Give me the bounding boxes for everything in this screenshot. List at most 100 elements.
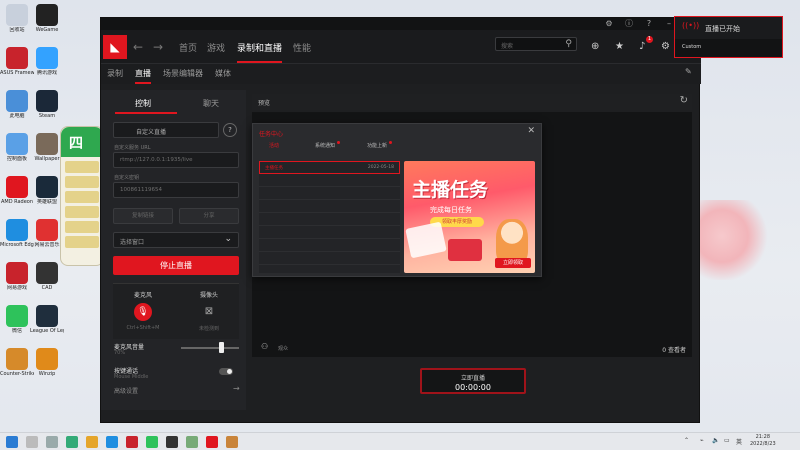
globe-icon[interactable]: ⊕: [591, 41, 599, 52]
list-item[interactable]: [259, 252, 400, 265]
network-icon[interactable]: ⌁: [700, 437, 704, 444]
terminal-icon[interactable]: [166, 436, 178, 448]
task-banner[interactable]: 主播任务 完成每日任务 领取丰厚奖励 立即领取: [404, 161, 535, 273]
bug-icon[interactable]: ⚙: [603, 19, 615, 29]
bell-icon[interactable]: ♪: [639, 41, 645, 52]
copy-link-button[interactable]: 复制链接: [113, 208, 173, 224]
microphone-icon[interactable]: 🎙: [134, 303, 152, 321]
window-titlebar: ⚙ ⓘ ? – □: [101, 18, 701, 30]
system-clock[interactable]: 21:28 2022/8/23: [750, 434, 776, 448]
taskview-icon[interactable]: [46, 436, 58, 448]
nav-tab-performance[interactable]: 性能: [293, 41, 311, 54]
desktop-icon[interactable]: AMD Radeon: [0, 176, 34, 205]
amd-taskbar-icon[interactable]: [206, 436, 218, 448]
widgets-icon[interactable]: [66, 436, 78, 448]
input-language[interactable]: 英: [736, 437, 742, 446]
stop-stream-button[interactable]: 停止直播: [113, 256, 239, 275]
desktop-icon[interactable]: 回收站: [0, 4, 34, 33]
file-explorer-icon[interactable]: [86, 436, 98, 448]
gear-icon[interactable]: ⚙: [661, 41, 670, 52]
stream-account-field[interactable]: 自定义直播: [113, 122, 219, 138]
desktop-icon[interactable]: League Of Legends: [30, 305, 64, 334]
start-icon[interactable]: [6, 436, 18, 448]
clock-time: 21:28: [755, 434, 771, 440]
desktop-icon[interactable]: ASUS Framework: [0, 47, 34, 76]
list-item[interactable]: [259, 239, 400, 252]
server-url-input[interactable]: rtmp://127.0.0.1:1935/live: [113, 152, 239, 168]
info-icon[interactable]: ⓘ: [623, 19, 635, 29]
panel-tab-control[interactable]: 控制: [135, 98, 151, 109]
desktop-icon[interactable]: 网易游戏: [0, 262, 34, 291]
forward-arrow-icon[interactable]: →: [153, 40, 163, 54]
desktop-icon[interactable]: Counter-Strike: [0, 348, 34, 377]
desktop-icon[interactable]: 此电脑: [0, 90, 34, 119]
refresh-icon[interactable]: ↻: [680, 95, 688, 106]
popup-tab-activity[interactable]: 活动: [269, 142, 279, 149]
list-item[interactable]: [259, 174, 400, 187]
desktop-icon[interactable]: Microsoft Edge: [0, 219, 34, 248]
desktop-icon[interactable]: Wallpaper: [30, 133, 64, 162]
subtab-stream[interactable]: 直播: [135, 68, 151, 84]
arrow-right-icon[interactable]: →: [233, 384, 240, 393]
desktop-icon[interactable]: WeGame: [30, 4, 64, 33]
share-button[interactable]: 分享: [179, 208, 239, 224]
list-item[interactable]: 主播任务 2022-05-18: [259, 161, 400, 174]
search-placeholder: 搜索: [501, 43, 514, 50]
mic-volume-knob[interactable]: [219, 342, 225, 353]
help-icon[interactable]: ?: [643, 19, 655, 29]
desktop-icon-label: ASUS Framework: [0, 70, 34, 76]
subtab-scene-editor[interactable]: 场景编辑器: [163, 68, 203, 79]
help-button[interactable]: ?: [223, 123, 237, 137]
list-item[interactable]: [259, 226, 400, 239]
nav-tab-home[interactable]: 首页: [179, 41, 197, 54]
tray-chevron-icon[interactable]: ⌃: [684, 437, 689, 444]
app-icon[interactable]: [126, 436, 138, 448]
banner-claim-button[interactable]: 立即领取: [495, 258, 531, 268]
popup-tab-system[interactable]: 系统通知: [315, 141, 341, 149]
go-live-button[interactable]: 立即直播 00:00:00: [420, 368, 526, 394]
camera-control: 摄像头 ⊠ 未检测到: [179, 290, 239, 332]
panel-tab-chat[interactable]: 聊天: [203, 98, 219, 109]
desktop-icon[interactable]: Winzip: [30, 348, 64, 377]
search-input[interactable]: 搜索 ⚲: [495, 37, 577, 51]
desktop-icon[interactable]: 网易云音乐: [30, 219, 64, 248]
archive-icon[interactable]: [226, 436, 238, 448]
toast-title: 直播已开始: [705, 25, 740, 33]
battery-icon[interactable]: ▭: [724, 437, 730, 444]
popup-tab-features[interactable]: 功能上新: [367, 141, 393, 149]
advanced-settings-link[interactable]: 高级设置: [114, 386, 138, 395]
push-to-talk-toggle[interactable]: [219, 368, 233, 375]
desktop-icon[interactable]: 腾讯游戏: [30, 47, 64, 76]
star-icon[interactable]: ★: [615, 41, 624, 52]
desktop-icon[interactable]: CAD: [30, 262, 64, 291]
stream-started-toast[interactable]: ((•)) 直播已开始 Custom: [674, 16, 783, 58]
list-item[interactable]: [259, 200, 400, 213]
desktop-icon[interactable]: 英雄联盟: [30, 176, 64, 205]
stream-key-input[interactable]: 100861119654: [113, 182, 239, 198]
preview-footer: ⚇ 观众 0 查看者: [252, 340, 692, 358]
edge-icon[interactable]: [106, 436, 118, 448]
mic-volume-slider[interactable]: [181, 347, 239, 349]
wechat-icon[interactable]: [146, 436, 158, 448]
back-arrow-icon[interactable]: ←: [133, 40, 143, 54]
search-taskbar-icon[interactable]: [26, 436, 38, 448]
photos-icon[interactable]: [186, 436, 198, 448]
app-icon: [36, 348, 58, 370]
list-item[interactable]: [259, 213, 400, 226]
nav-tab-record-stream[interactable]: 录制和直播: [237, 41, 283, 63]
close-icon[interactable]: ✕: [527, 126, 535, 136]
desktop-icon[interactable]: 微信: [0, 305, 34, 334]
subtab-record[interactable]: 录制: [107, 68, 123, 79]
subtab-media[interactable]: 媒体: [215, 68, 231, 79]
desktop-icon[interactable]: 控制面板: [0, 133, 34, 162]
nav-tab-gaming[interactable]: 游戏: [207, 41, 225, 54]
pin-icon[interactable]: ✎: [685, 67, 692, 76]
desktop-icon[interactable]: Steam: [30, 90, 64, 119]
background-decoration: [690, 200, 770, 280]
volume-icon[interactable]: 🔈: [712, 437, 719, 444]
camera-off-icon[interactable]: ⊠: [200, 303, 218, 321]
task-center-popup: 任务中心 ✕ 活动 系统通知 功能上新 主播任务 2022-05-18 主播任务 …: [252, 123, 542, 277]
list-item[interactable]: [259, 187, 400, 200]
app-icon: [6, 262, 28, 284]
window-select-dropdown[interactable]: 选择窗口 ⌄: [113, 232, 239, 248]
